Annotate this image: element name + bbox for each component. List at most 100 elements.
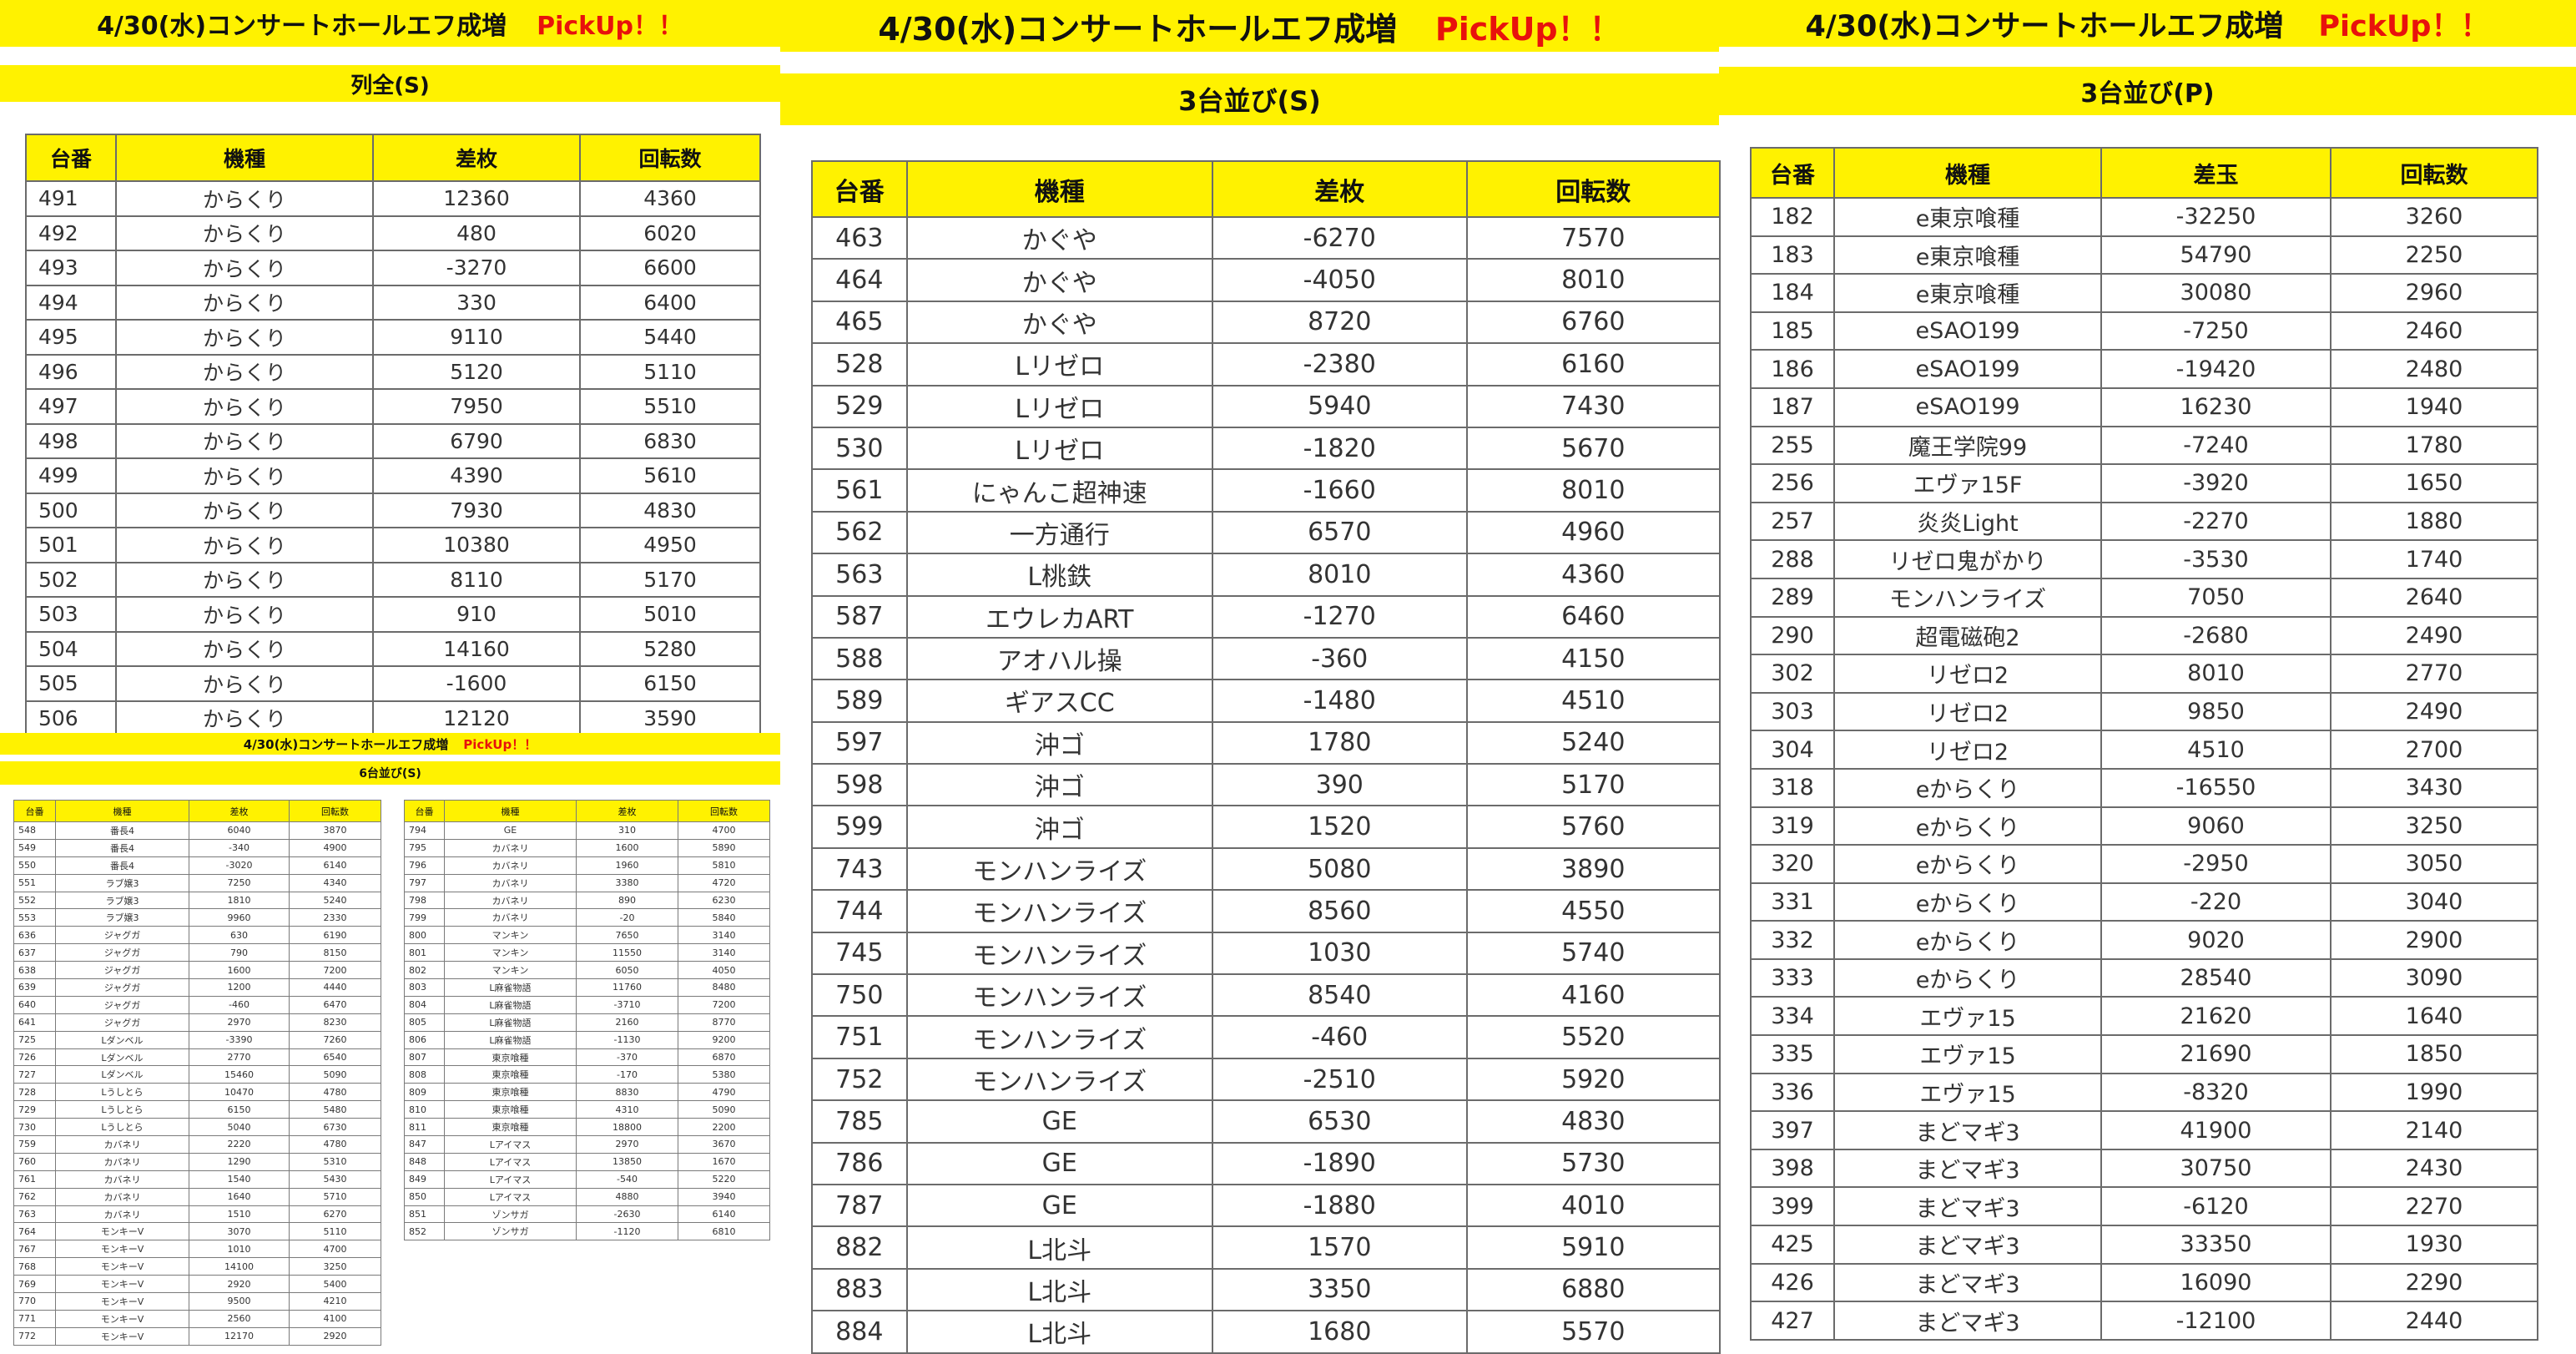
middle-table-cell-machine-number: 744 — [811, 889, 908, 933]
small-table-a-cell-machine-number: 772 — [13, 1326, 56, 1346]
right-table-row: 427 まどマギ3 -12100 2440 — [1750, 1301, 2538, 1341]
right-table-cell-machine-model: エヴァ15 — [1833, 996, 2102, 1037]
right-table-cell-spin-count: 2430 — [2330, 1148, 2538, 1189]
small-table-b-row: 847 Lアイマス 2970 3670 — [404, 1135, 770, 1154]
small-table-a-cell-machine-number: 769 — [13, 1275, 56, 1294]
middle-table-row: 563 L桃鉄 8010 4360 — [811, 553, 1721, 597]
right-table-cell-spin-count: 2640 — [2330, 577, 2538, 618]
middle-table-cell-difference: -1660 — [1211, 468, 1468, 513]
middle-table-cell-spin-count: 4150 — [1465, 636, 1721, 681]
small-table-a-cell-spin-count: 3250 — [289, 1257, 381, 1276]
small-table-b-cell-difference: 11550 — [576, 943, 678, 962]
small-table-a-cell-machine-model: ジャグガ — [55, 926, 189, 945]
right-table-row: 333 eからくり 28540 3090 — [1750, 957, 2538, 998]
middle-table-row: 750 モンハンライズ 8540 4160 — [811, 973, 1721, 1018]
small-table-b-row: 803 L麻雀物語 11760 8480 — [404, 978, 770, 997]
middle-table-cell-machine-number: 589 — [811, 679, 908, 723]
small-table-b-cell-spin-count: 5810 — [678, 856, 770, 875]
left-table-cell-machine-number: 492 — [25, 215, 117, 251]
small-table-b-header-machine-number: 台番 — [404, 800, 445, 822]
right-table-cell-machine-number: 426 — [1750, 1262, 1835, 1303]
small-table-b-cell-difference: 8830 — [576, 1083, 678, 1102]
small-table-a-row: 552 ラブ嬢3 1810 5240 — [13, 891, 381, 910]
small-table-b-cell-machine-number: 851 — [404, 1205, 445, 1224]
middle-table-cell-spin-count: 8010 — [1465, 468, 1721, 513]
right-table-row: 335 エヴァ15 21690 1850 — [1750, 1034, 2538, 1074]
right-table-cell-machine-model: eからくり — [1833, 767, 2102, 808]
small-table-a-cell-machine-model: ジャグガ — [55, 943, 189, 962]
small-table-a-row: 640 ジャグガ -460 6470 — [13, 995, 381, 1014]
small-table-a-row: 771 モンキーV 2560 4100 — [13, 1309, 381, 1328]
small-table-b-cell-spin-count: 8480 — [678, 978, 770, 997]
right-table-cell-difference: 9020 — [2100, 920, 2332, 960]
small-table-b-cell-machine-number: 852 — [404, 1222, 445, 1241]
right-subtitle-bar: 3台並び(P) — [1719, 67, 2576, 115]
small-table-a-cell-machine-model: Lダンベル — [55, 1030, 189, 1049]
middle-table-cell-difference: 1570 — [1211, 1225, 1468, 1270]
left-table-cell-difference: 7930 — [372, 492, 581, 528]
small-table-a-cell-machine-model: モンキーV — [55, 1326, 189, 1346]
left-table-cell-difference: -1600 — [372, 665, 581, 702]
small-table-b-cell-machine-number: 848 — [404, 1152, 445, 1171]
left-table-row: 492 からくり 480 6020 — [25, 215, 761, 251]
right-table-row: 319 eからくり 9060 3250 — [1750, 806, 2538, 846]
middle-table-cell-difference: 1520 — [1211, 805, 1468, 849]
small-table-b-cell-machine-model: マンキン — [444, 943, 577, 962]
small-table-b-cell-machine-model: Lアイマス — [444, 1135, 577, 1154]
small-table-b-cell-machine-model: ゾンサガ — [444, 1222, 577, 1241]
right-table-cell-machine-model: モンハンライズ — [1833, 577, 2102, 618]
right-table-cell-spin-count: 2290 — [2330, 1262, 2538, 1303]
left-table-cell-difference: 8110 — [372, 561, 581, 598]
left-table-row: 499 からくり 4390 5610 — [25, 457, 761, 494]
small-table-a-header-difference: 差枚 — [189, 800, 290, 822]
left-table-cell-spin-count: 5510 — [579, 388, 761, 425]
right-table-cell-spin-count: 1880 — [2330, 501, 2538, 542]
small-table-a-cell-machine-model: ラブ嬢3 — [55, 908, 189, 927]
right-table-cell-difference: 30080 — [2100, 273, 2332, 313]
middle-table-cell-machine-model: L桃鉄 — [905, 553, 1213, 597]
small-table-a-cell-machine-number: 768 — [13, 1257, 56, 1276]
middle-table-row: 882 L北斗 1570 5910 — [811, 1225, 1721, 1270]
left-pickup-label: PickUp！！ — [537, 12, 683, 41]
small-table-a-cell-machine-number: 636 — [13, 926, 56, 945]
middle-table-cell-spin-count: 4160 — [1465, 973, 1721, 1018]
middle-table-header-spin-count: 回転数 — [1465, 160, 1721, 218]
small-table-a-cell-machine-model: ジャグガ — [55, 995, 189, 1014]
right-table-cell-machine-number: 288 — [1750, 539, 1835, 579]
middle-title-banner: 4/30(水)コンサートホールエフ成増 PickUp！！ — [780, 0, 1719, 52]
left-table-cell-difference: 330 — [372, 284, 581, 321]
small-pickup-label: PickUp！！ — [463, 736, 537, 752]
middle-table-cell-machine-number: 464 — [811, 258, 908, 302]
middle-table-cell-machine-model: GE — [905, 1099, 1213, 1144]
right-table-cell-difference: 9850 — [2100, 691, 2332, 732]
left-table-cell-machine-model: からくり — [115, 527, 374, 563]
left-table-cell-spin-count: 5170 — [579, 561, 761, 598]
middle-table-cell-spin-count: 5760 — [1465, 805, 1721, 849]
small-table-a-cell-machine-number: 638 — [13, 961, 56, 980]
middle-title: 4/30(水)コンサートホールエフ成増 — [878, 10, 1398, 48]
middle-table-cell-machine-number: 882 — [811, 1225, 908, 1270]
right-table-cell-spin-count: 3040 — [2330, 882, 2538, 922]
left-table-row: 505 からくり -1600 6150 — [25, 665, 761, 702]
right-table-cell-difference: -32250 — [2100, 197, 2332, 237]
middle-table-row: 597 沖ゴ 1780 5240 — [811, 720, 1721, 765]
left-table-cell-machine-model: からくり — [115, 630, 374, 667]
middle-table-cell-machine-number: 785 — [811, 1099, 908, 1144]
middle-table-cell-spin-count: 5670 — [1465, 426, 1721, 471]
middle-table-cell-difference: 5080 — [1211, 846, 1468, 892]
small-table-a-cell-spin-count: 2920 — [289, 1326, 381, 1346]
small-table-b-cell-machine-model: マンキン — [444, 961, 577, 980]
right-table-cell-machine-number: 425 — [1750, 1225, 1835, 1265]
right-panel: 4/30(水)コンサートホールエフ成増 PickUp！！ 3台並び(P) 台番機… — [1719, 0, 2576, 1341]
small-table-a-cell-difference: 1510 — [189, 1205, 290, 1224]
small-table-a-cell-machine-number: 763 — [13, 1205, 56, 1224]
right-table-cell-machine-model: エヴァ15F — [1833, 463, 2102, 503]
small-table-b-cell-spin-count: 3140 — [678, 943, 770, 962]
right-table-cell-machine-model: まどマギ3 — [1833, 1148, 2102, 1189]
small-table-b-cell-difference: 1600 — [576, 838, 678, 857]
right-table-row: 334 エヴァ15 21620 1640 — [1750, 996, 2538, 1037]
middle-table-cell-machine-model: GE — [905, 1141, 1213, 1185]
small-table-b-cell-difference: -1130 — [576, 1030, 678, 1049]
left-table-cell-machine-model: からくり — [115, 215, 374, 251]
small-table-b-cell-machine-model: ゾンサガ — [444, 1205, 577, 1224]
